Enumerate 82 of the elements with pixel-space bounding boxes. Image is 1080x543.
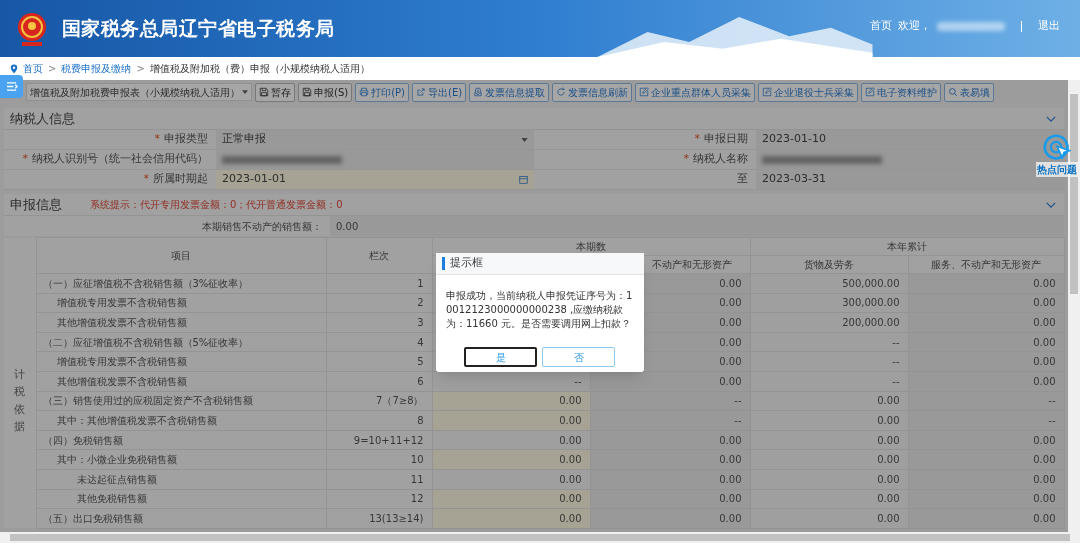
save-icon xyxy=(259,87,269,97)
vertical-scrollbar[interactable] xyxy=(1068,80,1080,532)
title-accent-bar xyxy=(442,257,445,270)
required-mark: * xyxy=(694,131,700,148)
column-header: 本年累计 xyxy=(750,237,1064,256)
toolbar-button[interactable]: 表易填 xyxy=(944,82,995,102)
edit-icon xyxy=(639,87,650,97)
print-icon xyxy=(359,87,370,97)
breadcrumb-current: 增值税及附加税（费）申报（小规模纳税人适用） xyxy=(149,62,370,76)
section-title: 申报信息 xyxy=(10,195,62,214)
table-cell: （三）销售使用过的应税固定资产不含税销售额 xyxy=(36,391,326,411)
search-icon xyxy=(948,87,959,97)
field-label: 本期销售不动产的销售额： xyxy=(4,216,330,236)
field-label: 至 xyxy=(737,171,748,188)
table-cell: 增值税专用发票不含税销售额 xyxy=(36,293,326,313)
toolbar-button[interactable]: 发票信息刷新 xyxy=(552,82,633,102)
chevron-down-icon xyxy=(1046,202,1056,208)
refresh-icon xyxy=(556,87,567,97)
table-cell: 未达起征点销售额 xyxy=(36,469,326,490)
required-mark: * xyxy=(22,151,28,168)
vertical-label: 计税依据 xyxy=(14,366,26,436)
toolbar-button[interactable]: 发票信息提取 xyxy=(469,82,550,102)
nav-link[interactable]: 首页 xyxy=(870,18,892,35)
table-cell: 其他免税销售额 xyxy=(36,489,326,509)
menu-icon xyxy=(5,81,18,92)
required-mark: * xyxy=(143,171,149,188)
dialog-button[interactable]: 否 xyxy=(542,347,615,367)
edit-icon xyxy=(865,87,876,97)
breadcrumb-link[interactable]: 税费申报及缴纳 xyxy=(61,61,132,76)
field-label: 纳税人识别号（统一社会信用代码） xyxy=(32,151,208,168)
nav-link[interactable]: 退出 xyxy=(1038,18,1060,35)
toolbar-button[interactable]: 电子资料维护 xyxy=(861,82,942,102)
caret-icon xyxy=(242,90,248,94)
toolbar-button[interactable]: 申报(S) xyxy=(298,82,353,102)
breadcrumb-separator: > xyxy=(48,62,57,76)
toolbar-button[interactable]: 企业重点群体人员采集 xyxy=(635,82,756,102)
breadcrumb-link[interactable]: 首页 xyxy=(23,61,43,76)
column-header: 项目 xyxy=(36,237,326,274)
toolbar-button[interactable]: 打印(P) xyxy=(355,82,409,102)
required-mark: * xyxy=(154,131,160,148)
site-title: 国家税务总局辽宁省电子税务局 xyxy=(62,16,335,42)
field-label: 所属时期起 xyxy=(153,171,208,188)
dialog-title: 提示框 xyxy=(450,255,483,272)
chevron-down-icon xyxy=(1046,116,1056,122)
section-title: 纳税人信息 xyxy=(10,109,75,128)
select-field[interactable]: 正常申报 xyxy=(216,130,534,150)
toolbar-button[interactable]: 暂存 xyxy=(255,82,295,102)
nav-link[interactable]: 欢迎， xyxy=(898,18,931,35)
dialog-button[interactable]: 是 xyxy=(464,347,537,367)
table-cell: 增值税专用发票不含税销售额 xyxy=(36,351,326,372)
calendar-icon xyxy=(519,175,528,184)
table-cell: 其中：小微企业免税销售额 xyxy=(36,449,326,470)
column-header: 本期数 xyxy=(432,237,750,256)
toolbar-button[interactable]: 导出(E) xyxy=(412,82,467,102)
location-pin-icon xyxy=(10,63,18,74)
field-label: 申报日期 xyxy=(704,131,748,148)
input-field[interactable]: 2023-01-01 xyxy=(216,170,534,190)
blurred-text xyxy=(937,21,1005,31)
table-cell: 其他增值税发票不含税销售额 xyxy=(36,371,326,392)
column-header: 栏次 xyxy=(326,237,432,274)
breadcrumb-separator: > xyxy=(136,62,145,76)
input-field[interactable] xyxy=(216,150,534,170)
table-cell: （五）出口免税销售额 xyxy=(36,508,326,529)
export-icon xyxy=(416,87,426,97)
toolbar-button[interactable]: 企业退役士兵采集 xyxy=(758,82,859,102)
table-cell: 其中：其他增值税发票不含税销售额 xyxy=(36,410,326,431)
table-cell: 其他增值税发票不含税销售额 xyxy=(36,312,326,333)
system-notice: 系统提示：代开专用发票金额：0；代开普通发票金额：0 xyxy=(90,198,343,212)
edit-icon xyxy=(762,87,773,97)
table-cell: （四）免税销售额 xyxy=(36,430,326,450)
form-select[interactable]: 增值税及附加税费申报表（小规模纳税人适用） xyxy=(26,83,252,101)
input-field[interactable]: 2023-01-10 xyxy=(756,130,1066,150)
caret-icon xyxy=(521,137,528,142)
pointer-target-icon xyxy=(1043,134,1071,162)
field-label: 申报类型 xyxy=(164,131,208,148)
save-icon xyxy=(302,87,312,97)
tray-icon xyxy=(473,87,484,97)
field-label: 纳税人名称 xyxy=(693,151,748,168)
hot-issues-button[interactable]: 热点问题 xyxy=(1036,134,1078,177)
menu-button[interactable] xyxy=(0,75,23,98)
horizontal-scrollbar[interactable] xyxy=(0,532,1080,543)
required-mark: * xyxy=(683,151,689,168)
